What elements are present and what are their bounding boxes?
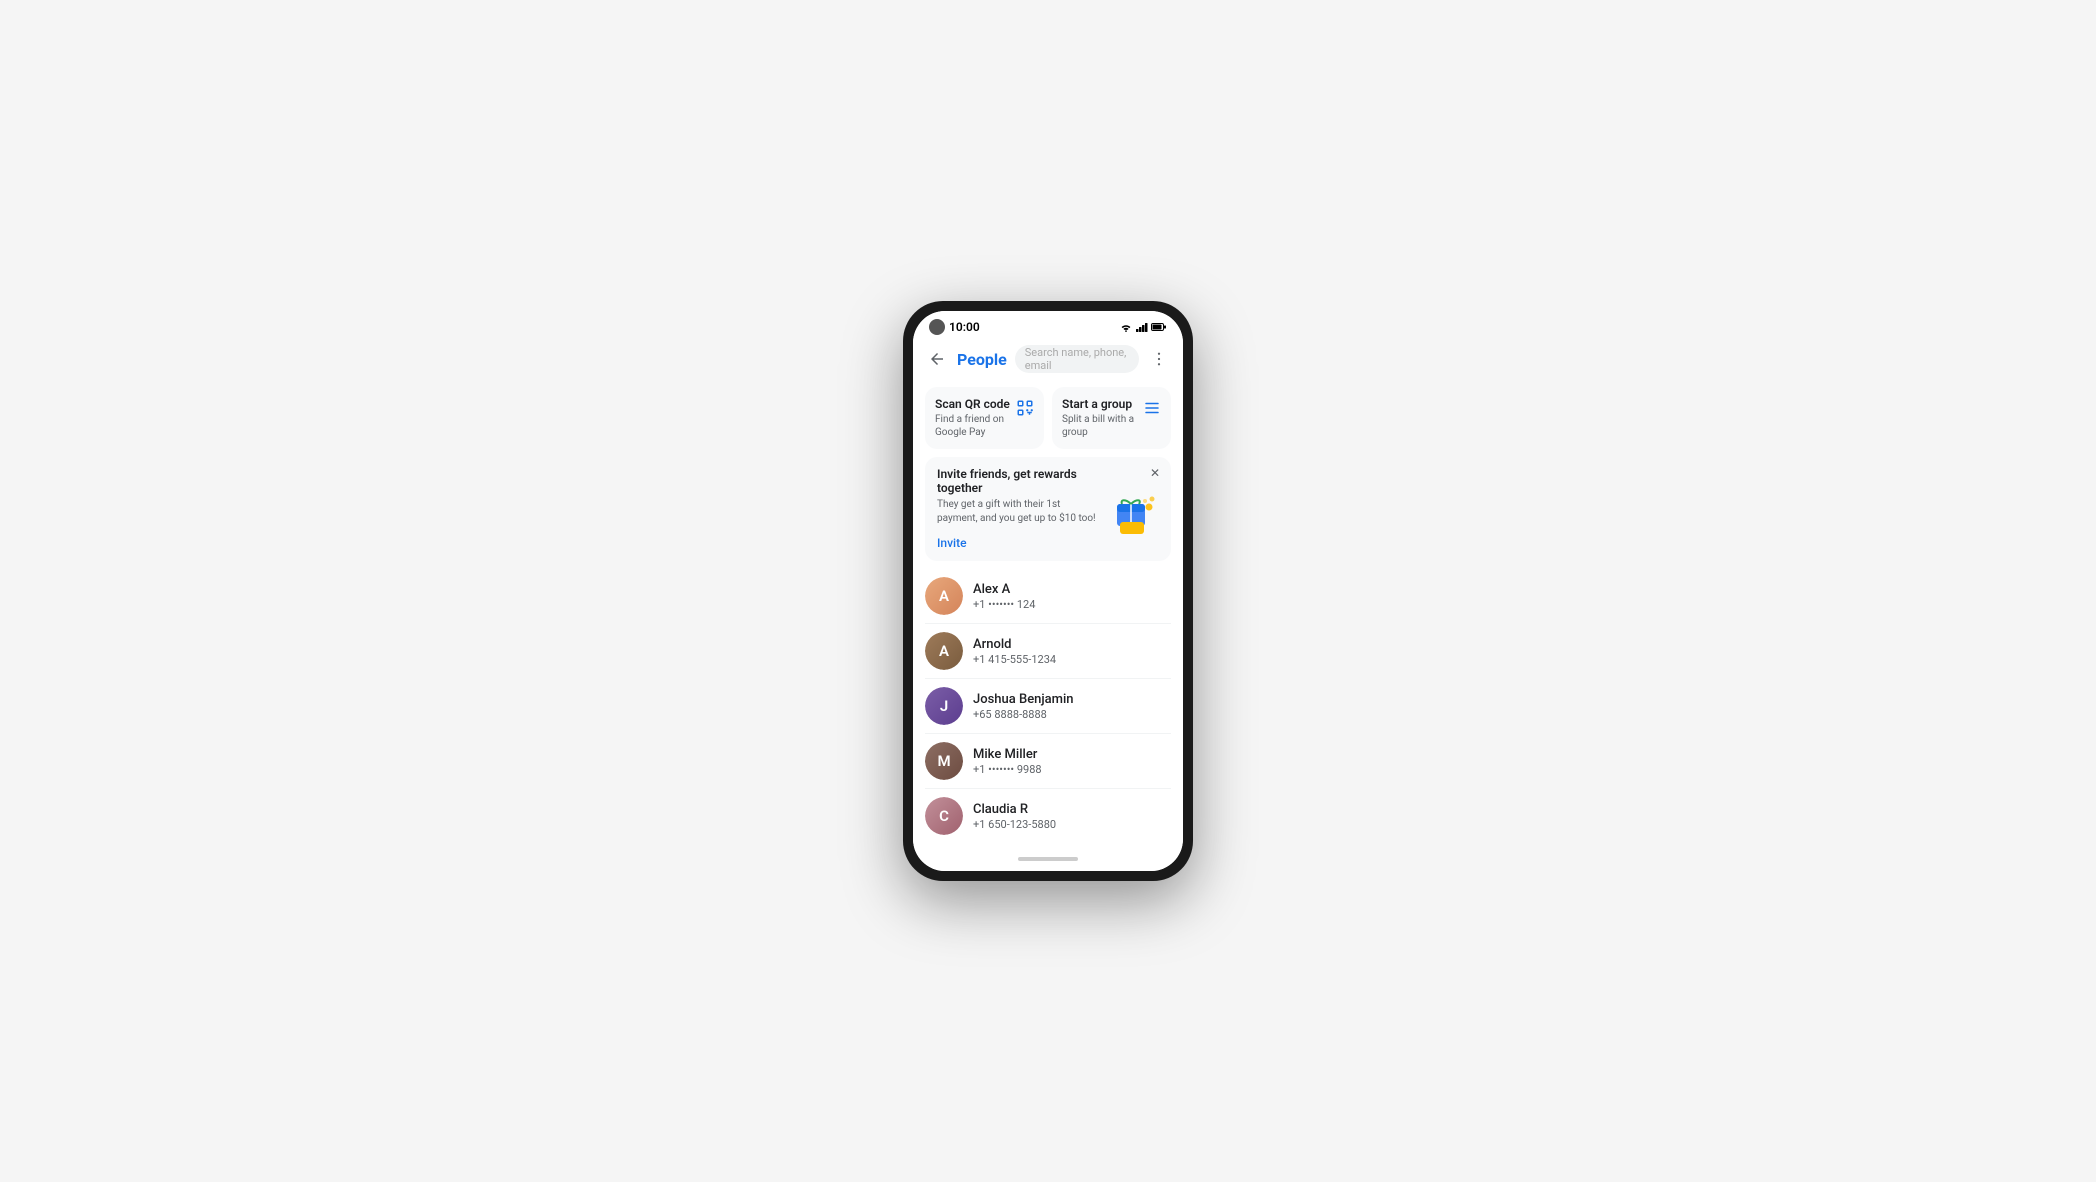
signal-icon [1136, 322, 1148, 332]
start-group-titles: Start a group Split a bill with a group [1062, 397, 1143, 439]
invite-banner: Invite friends, get rewards together The… [925, 457, 1171, 561]
contact-info: Alex A +1 ••••••• 124 [973, 582, 1171, 611]
contact-phone: +65 8888-8888 [973, 708, 1171, 721]
scan-qr-card[interactable]: Scan QR code Find a friend on Google Pay [925, 387, 1044, 449]
battery-icon [1151, 322, 1167, 332]
status-avatar [929, 319, 945, 335]
wifi-icon [1119, 322, 1133, 332]
avatar: A [925, 632, 963, 670]
contact-name: Mike Miller [973, 747, 1171, 762]
close-invite-button[interactable]: ✕ [1147, 465, 1163, 481]
avatar: C [925, 797, 963, 835]
contact-info: Mike Miller +1 ••••••• 9988 [973, 747, 1171, 776]
contact-name: Arnold [973, 637, 1171, 652]
phone-shell: 10:00 [903, 301, 1193, 881]
scan-qr-subtitle: Find a friend on Google Pay [935, 413, 1016, 439]
avatar-face: M [925, 742, 963, 780]
contact-item[interactable]: C Claudia R +1 650-123-5880 [925, 789, 1171, 843]
scan-qr-titles: Scan QR code Find a friend on Google Pay [935, 397, 1016, 439]
status-time: 10:00 [949, 320, 980, 334]
avatar-face: A [925, 632, 963, 670]
avatar-face: J [925, 687, 963, 725]
search-placeholder-text: Search name, phone, email [1025, 346, 1129, 372]
contact-name: Claudia R [973, 802, 1171, 817]
home-bar [1018, 857, 1078, 861]
contact-item[interactable]: A Alex A +1 ••••••• 124 [925, 569, 1171, 624]
invite-illustration [1109, 477, 1159, 551]
contact-phone: +1 ••••••• 124 [973, 598, 1171, 611]
search-input[interactable]: Search name, phone, email [1015, 345, 1139, 373]
start-group-header: Start a group Split a bill with a group [1062, 397, 1161, 439]
avatar-face: A [925, 577, 963, 615]
page-title: People [957, 350, 1007, 369]
contact-item[interactable]: A Arnold +1 415-555-1234 [925, 624, 1171, 679]
content-area: Scan QR code Find a friend on Google Pay [913, 379, 1183, 847]
invite-link[interactable]: Invite [937, 536, 967, 550]
avatar: M [925, 742, 963, 780]
top-bar: People Search name, phone, email [913, 339, 1183, 379]
status-left: 10:00 [929, 319, 980, 335]
group-list-icon [1143, 397, 1161, 419]
avatar: J [925, 687, 963, 725]
start-group-card[interactable]: Start a group Split a bill with a group [1052, 387, 1171, 449]
contact-info: Claudia R +1 650-123-5880 [973, 802, 1171, 831]
invite-subtitle: They get a gift with their 1st payment, … [937, 498, 1101, 526]
contact-list: A Alex A +1 ••••••• 124 A Arnold +1 415-… [913, 569, 1183, 843]
qr-icon [1016, 397, 1034, 419]
contact-phone: +1 650-123-5880 [973, 818, 1171, 831]
contact-info: Arnold +1 415-555-1234 [973, 637, 1171, 666]
avatar: A [925, 577, 963, 615]
scan-qr-header: Scan QR code Find a friend on Google Pay [935, 397, 1034, 439]
status-icons [1119, 322, 1167, 332]
start-group-subtitle: Split a bill with a group [1062, 413, 1143, 439]
phone-screen: 10:00 [913, 311, 1183, 871]
back-button[interactable] [925, 347, 949, 371]
scan-qr-title: Scan QR code [935, 397, 1016, 411]
contact-phone: +1 ••••••• 9988 [973, 763, 1171, 776]
contact-item[interactable]: J Joshua Benjamin +65 8888-8888 [925, 679, 1171, 734]
invite-content: Invite friends, get rewards together The… [937, 467, 1101, 551]
avatar-face: C [925, 797, 963, 835]
status-bar: 10:00 [913, 311, 1183, 339]
more-options-button[interactable] [1147, 347, 1171, 371]
contact-item[interactable]: M Mike Miller +1 ••••••• 9988 [925, 734, 1171, 789]
contact-info: Joshua Benjamin +65 8888-8888 [973, 692, 1171, 721]
home-indicator [913, 847, 1183, 871]
action-cards: Scan QR code Find a friend on Google Pay [913, 379, 1183, 457]
start-group-title: Start a group [1062, 397, 1143, 411]
contact-phone: +1 415-555-1234 [973, 653, 1171, 666]
contact-name: Joshua Benjamin [973, 692, 1171, 707]
contact-name: Alex A [973, 582, 1171, 597]
invite-title: Invite friends, get rewards together [937, 467, 1101, 495]
